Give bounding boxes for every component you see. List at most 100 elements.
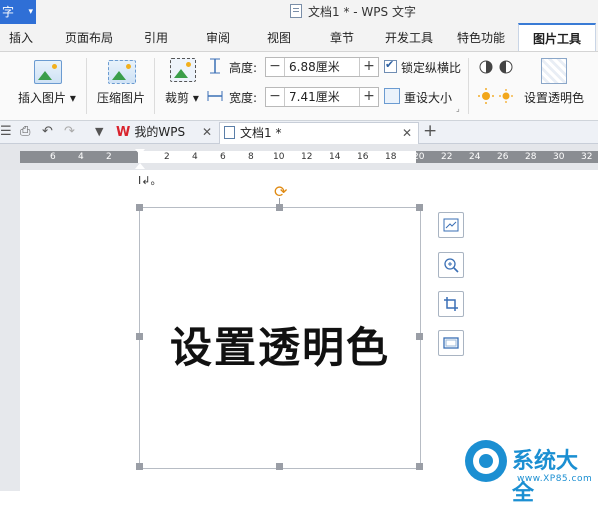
- title-bar: 字 ▾ 文档1 * - WPS 文字: [0, 0, 598, 24]
- undo-icon[interactable]: ↶: [42, 124, 53, 139]
- tab-view[interactable]: 视图: [259, 24, 299, 51]
- left-indent-marker[interactable]: [135, 163, 145, 169]
- contrast-up-icon[interactable]: [478, 59, 494, 75]
- horizontal-ruler[interactable]: 6 4 2 2 4 6 8 10 12 14 16 18 20 22 24 26…: [0, 144, 598, 170]
- app-menu-label: 字: [2, 5, 15, 19]
- watermark-logo-core: [479, 454, 493, 468]
- width-value[interactable]: 7.41厘米: [289, 88, 340, 106]
- window-title: 文档1 * - WPS 文字: [290, 0, 416, 24]
- resize-handle-right[interactable]: [416, 333, 423, 340]
- print-preview-icon[interactable]: ⎙: [20, 124, 30, 139]
- height-label: 高度:: [229, 61, 258, 75]
- rotate-handle-icon[interactable]: ⟳: [274, 182, 287, 201]
- crop-icon: [444, 297, 458, 311]
- resize-handle-bottom[interactable]: [276, 463, 283, 470]
- document-tabs-bar: ☰ ⎙ ↶ ↷ ▼ W 我的WPS ✕ 文档1 * ✕ +: [0, 121, 598, 144]
- left-gutter: [0, 170, 20, 491]
- lock-ratio-label: 锁定纵横比: [401, 61, 462, 75]
- height-value[interactable]: 6.88厘米: [289, 58, 340, 76]
- tab-my-wps-label: 我的WPS: [134, 125, 186, 139]
- reset-size-icon: [384, 88, 400, 104]
- menu-tabs: 插入 页面布局 引用 审阅 视图 章节 开发工具 特色功能 图片工具: [0, 23, 598, 52]
- zoom-in-icon: [444, 258, 459, 273]
- ribbon-divider: [468, 58, 469, 114]
- ruler-tick: 12: [301, 152, 313, 162]
- ruler-tick: 30: [553, 152, 565, 162]
- ruler-tick: 2: [164, 152, 170, 162]
- ruler-tick: 2: [106, 152, 112, 162]
- ruler-tick: 32: [581, 152, 593, 162]
- ruler-tick: 16: [357, 152, 369, 162]
- ruler-tick: 8: [248, 152, 254, 162]
- selected-picture[interactable]: 设置透明色: [139, 207, 421, 469]
- first-line-indent-marker[interactable]: [135, 149, 145, 155]
- brightness-up-icon[interactable]: [478, 88, 494, 104]
- tab-picture-tools[interactable]: 图片工具: [518, 23, 596, 51]
- lock-ratio-checkbox[interactable]: [384, 58, 397, 73]
- layout-options-button[interactable]: [438, 212, 464, 238]
- redo-icon[interactable]: ↷: [64, 124, 75, 139]
- document-icon: [224, 126, 235, 139]
- close-icon[interactable]: ✕: [202, 122, 212, 143]
- contrast-down-icon[interactable]: [498, 59, 514, 75]
- resize-handle-bottom-left[interactable]: [136, 463, 143, 470]
- reset-size-label: 重设大小: [404, 91, 453, 105]
- app-menu-button[interactable]: 字 ▾: [0, 0, 36, 24]
- picture-frame-button[interactable]: [438, 330, 464, 356]
- tab-references[interactable]: 引用: [136, 24, 176, 51]
- resize-handle-bottom-right[interactable]: [416, 463, 423, 470]
- compress-picture-label: 压缩图片: [97, 91, 146, 105]
- set-transparent-icon: [541, 58, 567, 84]
- ribbon: 插入图片 ▾ 压缩图片 裁剪 ▾ 高度: − 6.88厘米 + 宽度: − 7.…: [0, 52, 598, 121]
- resize-handle-top-right[interactable]: [416, 204, 423, 211]
- picture-text: 设置透明色: [169, 323, 390, 372]
- tab-section[interactable]: 章节: [322, 24, 362, 51]
- ruler-tick: 22: [441, 152, 453, 162]
- width-stepper[interactable]: − 7.41厘米 +: [265, 87, 379, 107]
- site-watermark: 系统大全 www.XP85.com: [462, 438, 598, 506]
- layout-options-icon: [443, 218, 459, 232]
- ruler-tick: 4: [192, 152, 198, 162]
- wps-logo-icon: W: [116, 125, 131, 140]
- ruler-tick: 24: [469, 152, 481, 162]
- list-icon[interactable]: ☰: [0, 124, 12, 139]
- window-title-text: 文档1 * - WPS 文字: [308, 5, 416, 19]
- tab-insert[interactable]: 插入: [0, 24, 42, 51]
- height-stepper[interactable]: − 6.88厘米 +: [265, 57, 379, 77]
- document-icon: [290, 4, 302, 18]
- close-icon[interactable]: ✕: [402, 123, 412, 144]
- insert-picture-icon: [34, 60, 62, 84]
- ruler-tick: 10: [273, 152, 285, 162]
- tabs-menu-chevron-icon[interactable]: ▼: [95, 125, 103, 138]
- set-transparent-label: 设置透明色: [524, 91, 585, 105]
- tab-page-layout[interactable]: 页面布局: [56, 24, 122, 51]
- ruler-tick: 18: [385, 152, 397, 162]
- tab-my-wps[interactable]: W 我的WPS ✕: [116, 122, 216, 143]
- crop-label: 裁剪 ▾: [165, 91, 199, 105]
- width-increase-button[interactable]: +: [359, 88, 378, 106]
- ribbon-divider: [154, 58, 155, 114]
- ribbon-divider: [86, 58, 87, 114]
- frame-icon: [443, 337, 459, 349]
- compress-picture-icon: [108, 60, 136, 84]
- crop-picture-button[interactable]: [438, 291, 464, 317]
- height-increase-button[interactable]: +: [359, 58, 378, 76]
- dialog-launcher-icon[interactable]: ⌟: [456, 104, 460, 113]
- chevron-down-icon: ▾: [28, 7, 33, 17]
- ruler-tick: 4: [78, 152, 84, 162]
- width-decrease-button[interactable]: −: [266, 88, 285, 106]
- height-decrease-button[interactable]: −: [266, 58, 285, 76]
- ruler-tick: 28: [525, 152, 537, 162]
- tab-document1[interactable]: 文档1 * ✕: [219, 122, 419, 144]
- zoom-picture-button[interactable]: [438, 252, 464, 278]
- resize-handle-left[interactable]: [136, 333, 143, 340]
- resize-handle-top[interactable]: [276, 204, 283, 211]
- crop-icon: [170, 58, 196, 82]
- resize-handle-top-left[interactable]: [136, 204, 143, 211]
- new-tab-plus-icon[interactable]: +: [423, 121, 437, 141]
- ruler-track: 6 4 2 2 4 6 8 10 12 14 16 18 20 22 24 26…: [20, 151, 598, 163]
- tab-features[interactable]: 特色功能: [450, 24, 512, 51]
- tab-review[interactable]: 审阅: [198, 24, 238, 51]
- brightness-down-icon[interactable]: [498, 88, 514, 104]
- tab-developer[interactable]: 开发工具: [378, 24, 440, 51]
